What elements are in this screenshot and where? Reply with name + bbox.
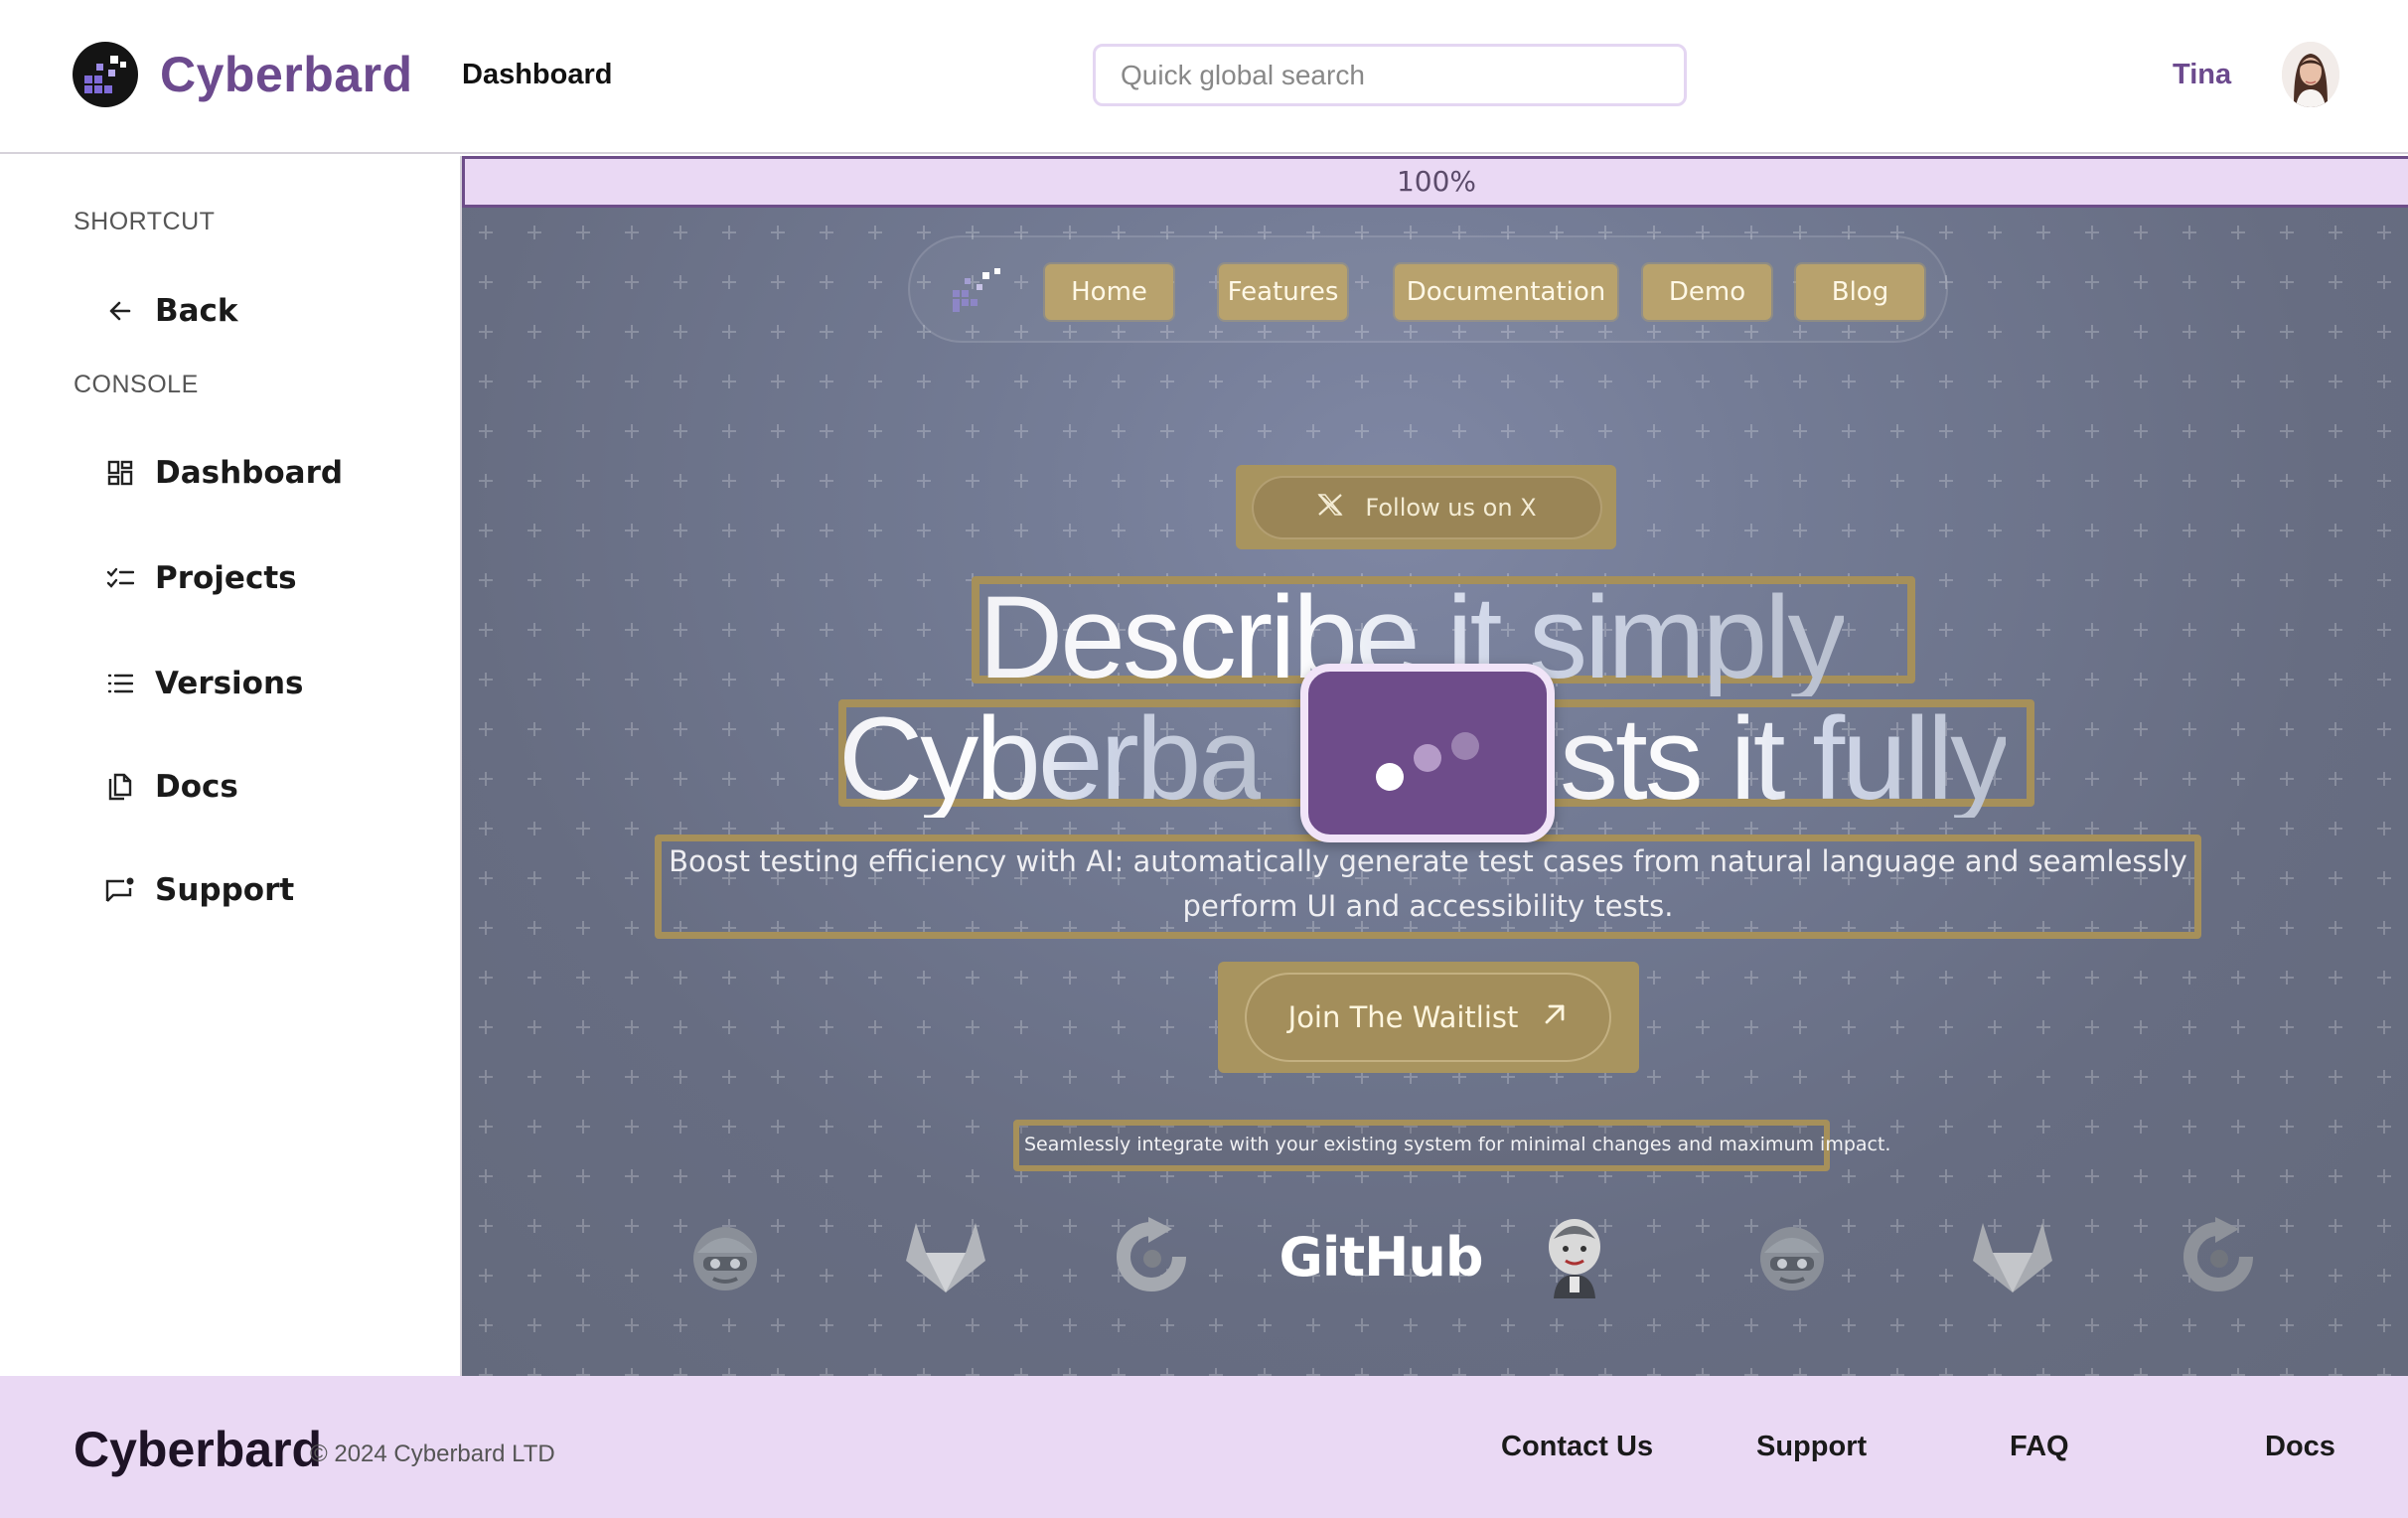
footer: Cyberbard © 2024 Cyberbard LTD Contact U… <box>0 1376 2408 1518</box>
shortcut-section-label: SHORTCUT <box>74 208 216 235</box>
sidebar: SHORTCUT Back CONSOLE Dashboard Projects… <box>0 156 462 1376</box>
refresh-logo-icon <box>2179 1209 2258 1304</box>
sidebar-item-docs[interactable]: Docs <box>103 757 238 817</box>
footer-link-faq[interactable]: FAQ <box>2010 1431 2069 1463</box>
checklist-icon <box>103 561 137 595</box>
top-header: Cyberbard Dashboard Tina <box>0 0 2408 154</box>
github-logo: GitHub <box>1279 1209 1484 1304</box>
website-preview[interactable]: 100% Home Features Documentation Demo Bl… <box>462 156 2408 1376</box>
hero-subtitle: Boost testing efficiency with AI: automa… <box>669 844 2187 923</box>
sidebar-item-dashboard[interactable]: Dashboard <box>103 443 343 503</box>
sidebar-item-label: Dashboard <box>155 455 344 491</box>
jenkins-helmet-logo-icon <box>1752 1209 1832 1304</box>
hero-heading-line2-right: sts it fully <box>1560 693 2009 825</box>
loading-dot <box>1451 732 1479 760</box>
chat-icon <box>103 873 137 907</box>
sidebar-item-projects[interactable]: Projects <box>103 548 297 608</box>
brand-logo-icon[interactable] <box>73 42 138 107</box>
github-wordmark: GitHub <box>1279 1225 1484 1289</box>
list-icon <box>103 667 137 700</box>
sidebar-item-label: Projects <box>155 560 297 596</box>
site-logo-icon[interactable] <box>951 266 1004 319</box>
arrow-left-icon <box>103 294 137 328</box>
console-section-label: CONSOLE <box>74 371 199 398</box>
global-search-input[interactable] <box>1093 44 1687 106</box>
join-waitlist-label: Join The Waitlist <box>1287 1000 1519 1034</box>
sidebar-item-label: Versions <box>155 666 304 701</box>
back-button[interactable]: Back <box>103 281 238 341</box>
site-nav-home[interactable]: Home <box>1045 264 1173 320</box>
jenkins-helmet-logo-icon <box>685 1209 765 1304</box>
hero-heading-line2-left: Cyberba <box>838 693 1264 825</box>
loading-dot <box>1414 744 1441 772</box>
loading-dot <box>1376 763 1404 791</box>
sidebar-item-versions[interactable]: Versions <box>103 654 304 713</box>
sidebar-item-label: Docs <box>155 769 238 805</box>
sidebar-item-support[interactable]: Support <box>103 860 294 920</box>
loading-spinner <box>1300 664 1555 842</box>
follow-label: Follow us on X <box>1365 494 1537 522</box>
jenkins-logo-icon <box>1540 1209 1609 1304</box>
join-waitlist-button[interactable]: Join The Waitlist <box>1245 973 1611 1062</box>
gitlab-logo-icon <box>901 1209 990 1304</box>
nav-dashboard-link[interactable]: Dashboard <box>462 59 612 91</box>
footer-link-contact[interactable]: Contact Us <box>1501 1431 1653 1463</box>
arrow-up-right-icon <box>1542 1000 1568 1034</box>
copy-icon <box>103 770 137 804</box>
follow-on-x-button[interactable]: Follow us on X <box>1252 476 1602 539</box>
site-nav-documentation[interactable]: Documentation <box>1395 264 1617 320</box>
footer-link-docs[interactable]: Docs <box>2265 1431 2335 1463</box>
sidebar-item-label: Support <box>155 872 295 908</box>
avatar[interactable] <box>2282 42 2339 107</box>
site-nav-demo[interactable]: Demo <box>1643 264 1771 320</box>
dashboard-icon <box>103 456 137 490</box>
site-nav-blog[interactable]: Blog <box>1796 264 1924 320</box>
refresh-logo-icon <box>1112 1209 1191 1304</box>
brand-name[interactable]: Cyberbard <box>160 46 413 103</box>
footer-brand[interactable]: Cyberbard <box>74 1421 322 1478</box>
back-label: Back <box>155 293 238 329</box>
integrations-text: Seamlessly integrate with your existing … <box>1024 1134 1891 1155</box>
x-logo-icon <box>1317 493 1343 523</box>
footer-link-support[interactable]: Support <box>1756 1431 1867 1463</box>
zoom-indicator: 100% <box>462 156 2408 208</box>
site-nav-features[interactable]: Features <box>1219 264 1347 320</box>
user-name[interactable]: Tina <box>2173 59 2231 91</box>
gitlab-logo-icon <box>1968 1209 2057 1304</box>
footer-copyright: © 2024 Cyberbard LTD <box>310 1441 555 1467</box>
